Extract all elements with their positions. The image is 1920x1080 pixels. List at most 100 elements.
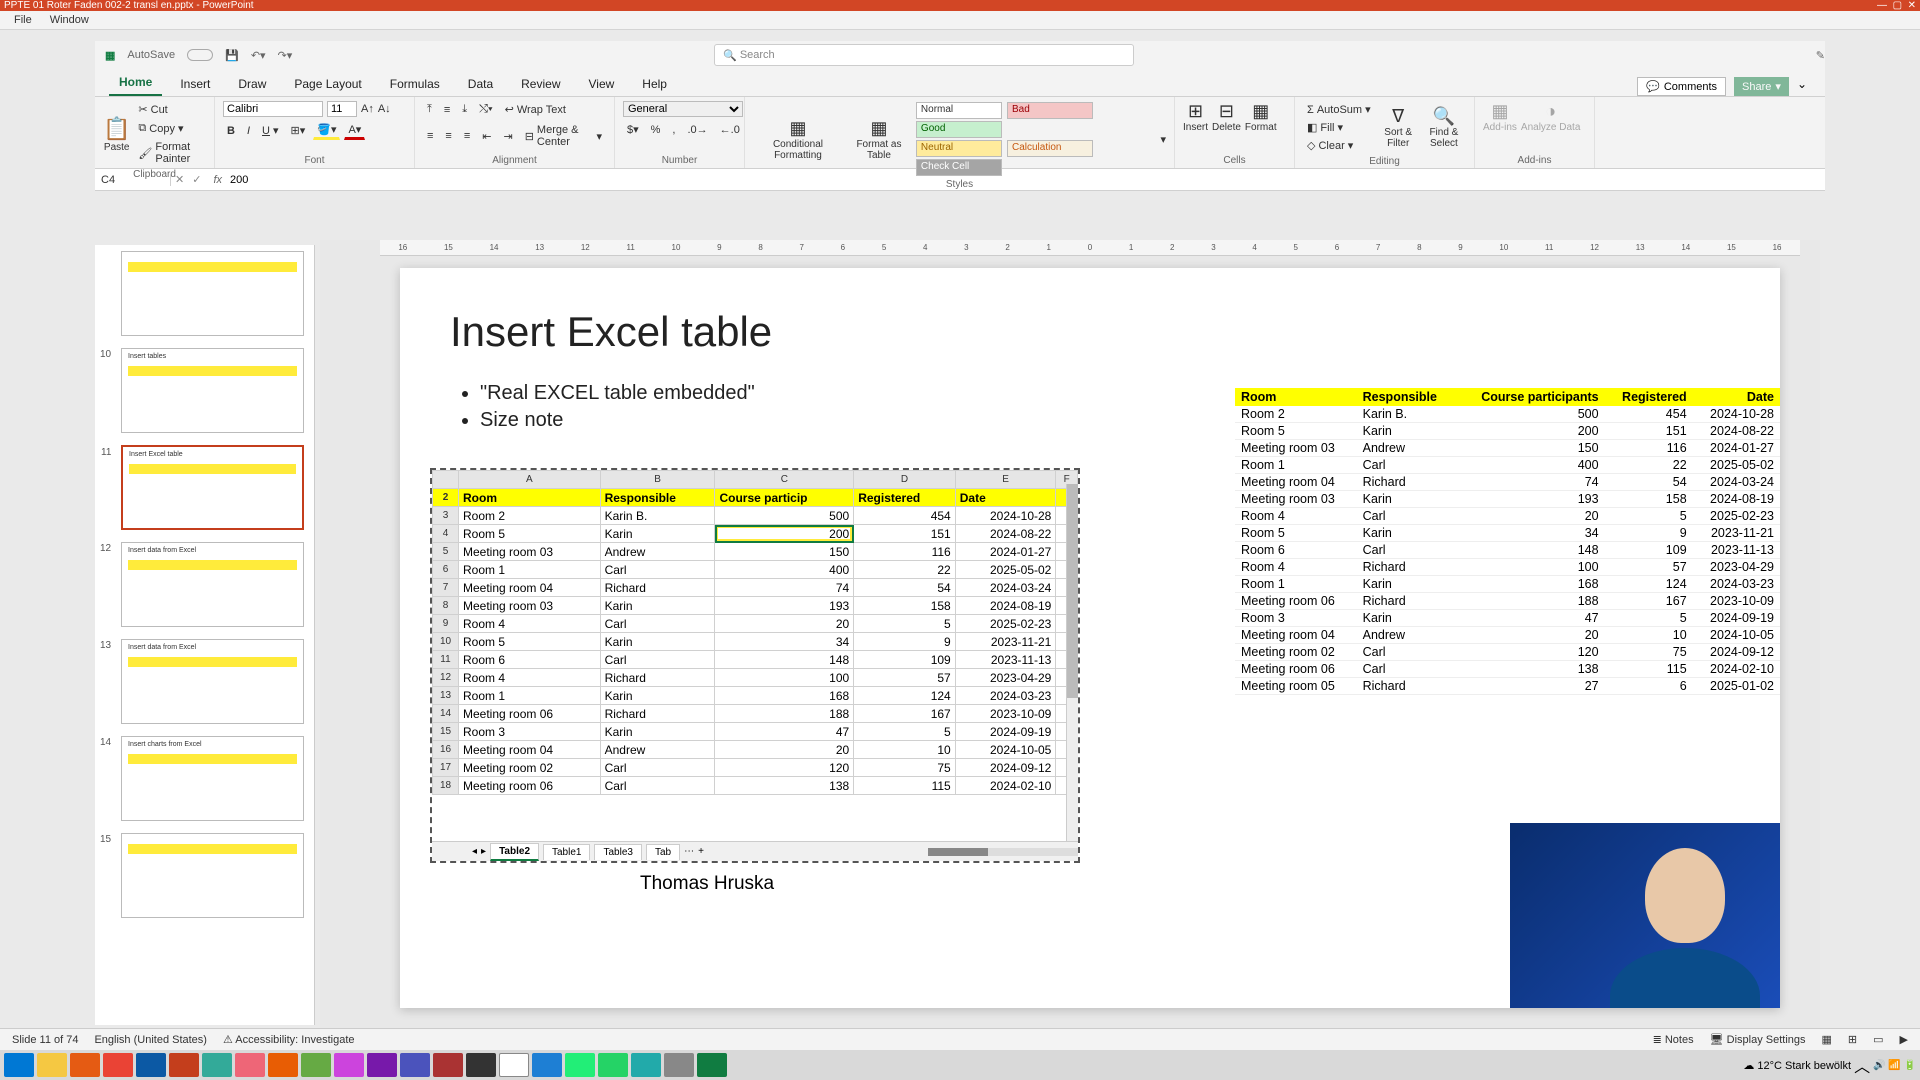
comma-icon[interactable]: , (668, 122, 679, 138)
sort-filter-button[interactable]: Sort & Filter (1379, 127, 1418, 149)
embedded-excel-object[interactable]: ABCDEF2RoomResponsibleCourse participReg… (430, 468, 1080, 863)
delete-cells-button[interactable]: Delete (1212, 122, 1241, 133)
sheet-more-icon[interactable]: ⋯ (684, 846, 694, 857)
find-select-icon[interactable]: 🔍 (1422, 106, 1466, 127)
thumbnail-slide[interactable]: 11Insert Excel table (121, 445, 304, 530)
status-accessibility[interactable]: ⚠ Accessibility: Investigate (223, 1033, 355, 1046)
tab-formulas[interactable]: Formulas (380, 71, 450, 96)
name-box[interactable]: C4 (95, 174, 171, 186)
number-format-select[interactable]: General (623, 101, 743, 117)
fx-icon[interactable]: fx (205, 174, 230, 186)
thumbnail-slide[interactable]: 10Insert tables (121, 348, 304, 433)
cell[interactable]: 20 (715, 741, 854, 759)
dec-decimal-icon[interactable]: ←.0 (716, 122, 744, 138)
thumbnail-slide[interactable] (121, 251, 304, 336)
cell[interactable]: 100 (715, 669, 854, 687)
font-size-input[interactable] (327, 101, 357, 117)
selected-cell[interactable]: 200 (715, 525, 854, 543)
taskbar-powerpoint-icon[interactable] (169, 1053, 199, 1077)
cond-format-icon[interactable]: ▦ (753, 118, 843, 139)
inc-decimal-icon[interactable]: .0→ (683, 122, 711, 138)
pp-menu-window[interactable]: Window (50, 14, 89, 26)
paste-button[interactable]: Paste (103, 142, 130, 153)
cell[interactable]: 138 (715, 777, 854, 795)
view-sorter-icon[interactable]: ⊞ (1848, 1033, 1857, 1046)
autosave-switch[interactable] (187, 49, 213, 61)
formula-input[interactable]: 200 (230, 174, 248, 186)
pp-min-icon[interactable]: — (1877, 0, 1887, 11)
taskbar-app8-icon[interactable] (532, 1053, 562, 1077)
tab-view[interactable]: View (579, 71, 625, 96)
align-top-icon[interactable]: ⤒ (423, 101, 436, 118)
style-bad[interactable]: Bad (1007, 102, 1093, 119)
borders-button[interactable]: ⊞▾ (287, 122, 310, 139)
cell[interactable]: 34 (715, 633, 854, 651)
align-center-icon[interactable]: ≡ (441, 128, 455, 144)
orientation-icon[interactable]: ⤭▾ (475, 101, 496, 118)
thumbnail-slide[interactable]: 15 (121, 833, 304, 918)
status-display[interactable]: 🖥 Display Settings (1710, 1033, 1806, 1046)
indent-dec-icon[interactable]: ⇤ (478, 128, 495, 145)
align-bot-icon[interactable]: ⤓ (458, 101, 471, 118)
tray-chevron-icon[interactable]: ︿ (1854, 1053, 1870, 1077)
taskbar-chrome-icon[interactable] (103, 1053, 133, 1077)
tray-weather[interactable]: ☁ 12°C Stark bewölkt (1743, 1059, 1851, 1072)
taskbar-app11-icon[interactable] (664, 1053, 694, 1077)
ribbon-collapse-icon[interactable]: ⌄ (1797, 77, 1807, 96)
font-color-button[interactable]: A▾ (344, 121, 365, 140)
indent-inc-icon[interactable]: ⇥ (499, 128, 516, 145)
slide-thumbnails[interactable]: 10Insert tables 11Insert Excel table 12Ins… (95, 245, 315, 1025)
save-icon[interactable]: 💾 (225, 49, 239, 62)
add-sheet-icon[interactable]: + (698, 846, 704, 857)
style-good[interactable]: Good (916, 121, 1002, 138)
sheet-hscroll[interactable] (928, 848, 1078, 856)
tab-home[interactable]: Home (109, 69, 162, 96)
taskbar-excel-icon[interactable] (697, 1053, 727, 1077)
comments-button[interactable]: 💬 Comments (1637, 77, 1726, 96)
taskbar-app7-icon[interactable] (499, 1053, 529, 1077)
align-mid-icon[interactable]: ≡ (440, 102, 454, 118)
pp-max-icon[interactable]: ▢ (1893, 0, 1902, 11)
cell[interactable]: 74 (715, 579, 854, 597)
taskbar-vlc-icon[interactable] (268, 1053, 298, 1077)
cell[interactable]: 47 (715, 723, 854, 741)
thumbnail-slide[interactable]: 13Insert data from Excel (121, 639, 304, 724)
style-neutral[interactable]: Neutral (916, 140, 1002, 157)
taskbar-edge-icon[interactable] (136, 1053, 166, 1077)
thumbnail-slide[interactable]: 14Insert charts from Excel (121, 736, 304, 821)
pp-close-icon[interactable]: ✕ (1908, 0, 1916, 11)
style-calculation[interactable]: Calculation (1007, 140, 1093, 157)
thumbnail-slide[interactable]: 12Insert data from Excel (121, 542, 304, 627)
insert-cells-button[interactable]: Insert (1183, 122, 1208, 133)
view-normal-icon[interactable]: ▦ (1822, 1033, 1832, 1046)
cell[interactable]: 20 (715, 615, 854, 633)
format-cells-icon[interactable]: ▦ (1245, 101, 1277, 122)
embedded-excel-grid[interactable]: ABCDEF2RoomResponsibleCourse participReg… (432, 470, 1078, 795)
cell[interactable]: 500 (715, 507, 854, 525)
tab-insert[interactable]: Insert (170, 71, 220, 96)
sort-filter-icon[interactable]: ᐁ (1379, 106, 1418, 127)
sheet-nav-prev-icon[interactable]: ◂ (472, 846, 477, 857)
clear-button[interactable]: ◇ Clear▾ (1303, 137, 1375, 154)
fill-button[interactable]: ◧ Fill▾ (1303, 119, 1375, 136)
font-name-input[interactable] (223, 101, 323, 117)
view-slideshow-icon[interactable]: ▶ (1900, 1033, 1908, 1046)
cut-button[interactable]: ✂ Cut (134, 101, 206, 118)
wrap-text-button[interactable]: ↩ Wrap Text (501, 101, 570, 118)
share-button[interactable]: Share ▾ (1734, 77, 1789, 96)
paste-icon[interactable]: 📋 (103, 116, 130, 142)
style-normal[interactable]: Normal (916, 102, 1002, 119)
format-cells-button[interactable]: Format (1245, 122, 1277, 133)
find-select-button[interactable]: Find & Select (1422, 127, 1466, 149)
cell[interactable]: 193 (715, 597, 854, 615)
sheet-nav-next-icon[interactable]: ▸ (481, 846, 486, 857)
cell[interactable]: 148 (715, 651, 854, 669)
sheet-tab-tab[interactable]: Tab (646, 844, 680, 860)
decrease-font-icon[interactable]: A↓ (378, 103, 391, 115)
percent-icon[interactable]: % (647, 122, 665, 138)
taskbar-app-icon[interactable] (202, 1053, 232, 1077)
tab-review[interactable]: Review (511, 71, 570, 96)
ribbon-mode-icon[interactable]: ✎ (1816, 49, 1825, 62)
tab-draw[interactable]: Draw (228, 71, 276, 96)
cell[interactable]: 150 (715, 543, 854, 561)
